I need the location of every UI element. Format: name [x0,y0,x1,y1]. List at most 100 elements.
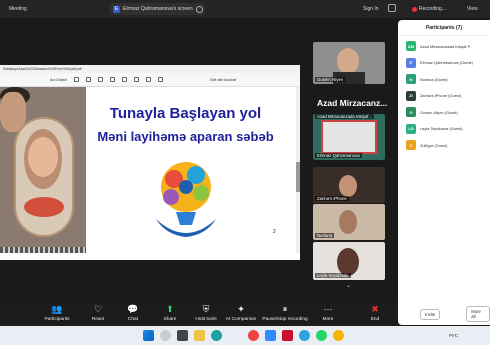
invite-button[interactable]: Invite [420,308,441,320]
zoom-icon[interactable] [265,330,276,341]
more-label: More [322,317,334,322]
participant-name: Leyla Seyidzade [315,273,351,278]
share-label: Share [163,317,177,322]
participant-row[interactable]: AM Azad Mirzacanzada Inkişaf P... [398,38,490,55]
scroll-down-chevron-icon[interactable]: ⌄ [346,282,351,289]
pdf-tool-icon[interactable] [134,77,140,82]
search-icon[interactable] [160,330,171,341]
participant-row-name: Elmnaz Qahramanova (Guest) [420,60,473,66]
pdf-tool-icon[interactable] [74,77,80,82]
video-tile[interactable]: Azad Mirzacanzada Inkişaf... Elmnaz Qahr… [313,114,385,160]
puzzle-head-logo [156,162,216,237]
language-indicator[interactable]: РУС [449,333,458,338]
participant-row[interactable]: Z Zulfiyye (Guest) [398,137,490,154]
participant-row-name: Zarina's iPhone (Guest) [420,93,461,99]
heart-icon: ♡ [93,304,103,314]
chrome-icon[interactable] [333,330,344,341]
pdf-tool-icon[interactable] [86,77,92,82]
participant-avatar: Z [406,140,416,151]
windows-start-icon[interactable] [143,330,154,341]
participant-name: Elmnaz Qahramanova [315,153,362,158]
page-number: 2 [273,229,276,235]
participant-row-name: Azad Mirzacanzada Inkişaf P... [420,43,473,49]
shared-screen-label: Elmnaz Qahramanova's screen [123,6,193,12]
participant-row[interactable]: ZI Zarina's iPhone (Guest) [398,88,490,105]
video-tile[interactable]: Gusein Aliyev [313,42,385,84]
participant-avatar: ZI [406,90,416,101]
meeting-title: Meeting [9,6,27,12]
host-tools-label: Host tools [195,317,217,322]
edge-icon[interactable] [211,330,222,341]
participant-avatar: LS [406,123,416,134]
end-button[interactable]: ✖ End [355,304,395,322]
participant-row-name: Zulfiyye (Guest) [420,142,448,148]
end-label: End [370,317,380,322]
participant-row[interactable]: E Elmnaz Qahramanova (Guest) [398,55,490,72]
chat-label: Chat [127,317,139,322]
chrome-icon[interactable] [248,330,259,341]
more-button[interactable]: ⋯ More [308,304,348,322]
participant-row[interactable]: N Nurlana (Guest) [398,71,490,88]
task-view-icon[interactable] [177,330,188,341]
shared-screen-tab[interactable]: E Elmnaz Qahramanova's screen [110,3,205,15]
participant-avatar: N [406,74,416,85]
participant-row-name: Gusein Aliyev (Guest) [420,109,458,115]
end-icon: ✖ [371,304,379,314]
pdf-tool-icon[interactable] [146,77,152,82]
participants-button-label: Participants [44,317,70,322]
participants-icon: 👥 [51,304,63,314]
participant-name: Zarina's iPhone [315,196,349,201]
meeting-toolbar: 👥 Participants ♡ React 💬 Chat ⬆ Share ⛨ Host … [0,302,398,326]
mute-all-button[interactable]: Mute all [466,306,490,322]
participants-footer: Invite Mute all [398,305,490,323]
pdf-tool-icon[interactable] [98,77,104,82]
video-tile[interactable]: Leyla Seyidzade [313,242,385,280]
minimize-icon[interactable] [388,4,396,12]
pdf-toolbar-label[interactable]: Ara Dialect [50,78,67,82]
more-options-icon[interactable] [196,5,203,13]
participants-button[interactable]: 👥 Participants [36,304,78,322]
slide-page: Tunayla Başlayan yol Məni layihəmə apara… [86,87,285,253]
participants-title: Participants (7) [398,20,490,36]
edit-with-acrobat-button[interactable]: Edit with Acrobat [210,78,236,82]
video-tile[interactable]: Nurlana [313,204,385,240]
pause-recording-button[interactable]: ⏸ Pause/stop recording [259,304,311,322]
participant-row[interactable]: G Gusein Aliyev (Guest) [398,104,490,121]
ai-companion-button[interactable]: ✦ AI Companion [220,304,262,322]
chat-icon: 💬 [127,304,139,314]
share-button[interactable]: ⬆ Share [150,304,190,322]
meeting-top-bar: Meeting E Elmnaz Qahramanova's screen Si… [0,0,490,18]
pdf-tool-icon[interactable] [122,77,128,82]
telegram-icon[interactable] [299,330,310,341]
pause-icon: ⏸ [282,304,288,314]
pdf-tool-icon[interactable] [110,77,116,82]
pdf-tool-icon[interactable] [158,77,164,82]
acrobat-icon[interactable] [282,330,293,341]
file-explorer-icon[interactable] [194,330,205,341]
view-button[interactable]: View [467,6,478,12]
shared-screen: /Desktop/Azad%20Sahadov%20Form%20pdf.pdf… [0,65,300,260]
pause-recording-label: Pause/stop recording [262,317,308,322]
whatsapp-icon[interactable] [316,330,327,341]
react-button[interactable]: ♡ React [78,304,118,322]
participant-name: Azad Mirzacanzada Inkişaf... [315,114,374,119]
participant-avatar: E [406,57,416,68]
video-tile[interactable]: Zarina's iPhone [313,167,385,203]
participants-panel: Participants (7) AM Azad Mirzacanzada In… [398,20,490,325]
windows-taskbar: РУС [0,326,490,345]
ai-companion-label: AI Companion [225,317,257,322]
share-screen-icon: ⬆ [166,304,174,314]
record-dot-icon [412,6,417,12]
chat-button[interactable]: 💬 Chat [113,304,153,322]
participant-row[interactable]: LS Leyla Seyidzade (Guest) [398,121,490,138]
pdf-scrollbar[interactable] [296,87,300,253]
slide-title: Tunayla Başlayan yol [109,105,262,122]
participant-name: Gusein Aliyev [315,77,346,82]
recording-status[interactable]: Recording... [412,6,446,12]
participant-row-name: Leyla Seyidzade (Guest) [420,126,463,132]
sign-in-button[interactable]: Sign In [363,6,379,12]
pdf-address-bar[interactable]: /Desktop/Azad%20Sahadov%20Form%20pdf.pdf [0,65,300,73]
user-initial-icon: E [113,5,120,13]
participant-row-name: Nurlana (Guest) [420,76,448,82]
react-label: React [91,317,105,322]
